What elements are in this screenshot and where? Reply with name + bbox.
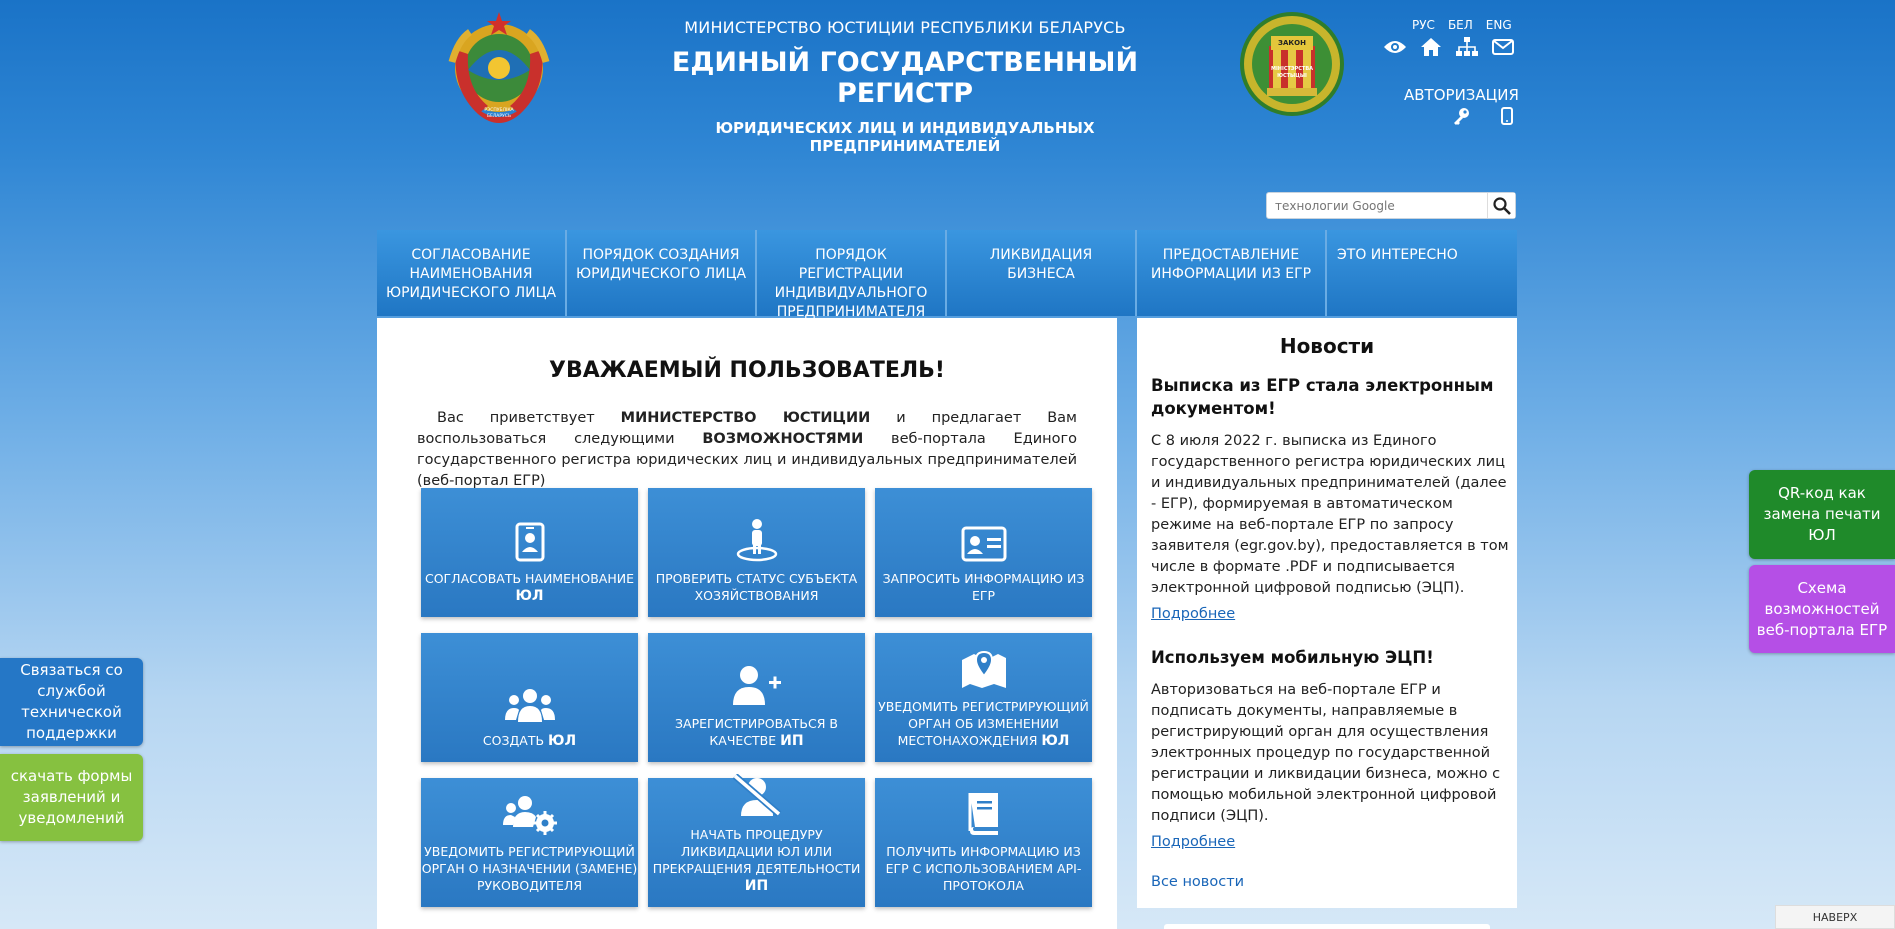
authorization-link[interactable]: АВТОРИЗАЦИЯ <box>1404 86 1519 104</box>
site-title: ЕДИНЫЙ ГОСУДАРСТВЕННЫЙ РЕГИСТР <box>671 47 1139 109</box>
main-navigation: СОГЛАСОВАНИЕ НАИМЕНОВАНИЯ ЮРИДИЧЕСКОГО Л… <box>377 230 1517 320</box>
user-slash-icon <box>731 774 783 818</box>
service-tiles: СОГЛАСОВАТЬ НАИМЕНОВАНИЕ ЮЛ ПРОВЕРИТЬ СТ… <box>421 488 1093 907</box>
site-search <box>1266 192 1516 219</box>
tile-notify-manager-change[interactable]: УВЕДОМИТЬ РЕГИСТРИРУЮЩИЙ ОРГАН О НАЗНАЧЕ… <box>421 778 638 907</box>
map-marker-icon <box>960 642 1008 690</box>
person-location-icon <box>735 514 779 562</box>
nav-interesting[interactable]: ЭТО ИНТЕРЕСНО <box>1327 230 1517 316</box>
ministry-emblem: ЗАКОН МІНІСТЭРСТВА ЮСТЫЦЫІ <box>1237 6 1347 124</box>
site-subtitle: ЮРИДИЧЕСКИХ ЛИЦ И ИНДИВИДУАЛЬНЫХ ПРЕДПРИ… <box>715 119 1095 155</box>
greeting-heading: УВАЖАЕМЫЙ ПОЛЬЗОВАТЕЛЬ! <box>549 358 945 383</box>
search-icon <box>1492 196 1511 215</box>
news-body: С 8 июля 2022 г. выписка из Единого госу… <box>1151 433 1509 596</box>
auth-icons <box>1452 106 1516 126</box>
news-more-link[interactable]: Подробнее <box>1151 606 1235 622</box>
language-switcher: РУС БЕЛ ENG <box>1412 18 1512 32</box>
book-icon <box>966 787 1002 835</box>
ministry-name: МИНИСТЕРСТВО ЮСТИЦИИ РЕСПУБЛИКИ БЕЛАРУСЬ <box>684 18 1126 37</box>
back-to-top-button[interactable]: НАВЕРХ <box>1775 905 1895 929</box>
portal-scheme-button[interactable]: Схема возможностей веб-портала ЕГР <box>1749 565 1895 653</box>
download-forms-button[interactable]: скачать формы заявлений и уведомлений <box>0 754 143 841</box>
tile-request-info[interactable]: ЗАПРОСИТЬ ИНФОРМАЦИЮ ИЗ ЕГР <box>875 488 1092 617</box>
nav-egr-information[interactable]: ПРЕДОСТАВЛЕНИЕ ИНФОРМАЦИИ ИЗ ЕГР <box>1137 230 1327 316</box>
lang-be[interactable]: БЕЛ <box>1448 18 1473 32</box>
next-panel-edge <box>1164 924 1490 929</box>
mobile-icon[interactable] <box>1498 106 1516 126</box>
key-icon[interactable] <box>1452 106 1470 126</box>
tile-register-entrepreneur[interactable]: ЗАРЕГИСТРИРОВАТЬСЯ В КАЧЕСТВЕ ИП <box>648 633 865 762</box>
mail-icon[interactable] <box>1491 36 1515 58</box>
nav-business-liquidation[interactable]: ЛИКВИДАЦИЯ БИЗНЕСА <box>947 230 1137 316</box>
lang-en[interactable]: ENG <box>1486 18 1512 32</box>
news-body: Авторизоваться на веб-портале ЕГР и подп… <box>1151 682 1501 824</box>
right-emblem-top-text: ЗАКОН <box>1278 39 1306 47</box>
search-button[interactable] <box>1487 193 1515 218</box>
sitemap-icon[interactable] <box>1455 36 1479 58</box>
nav-name-approval[interactable]: СОГЛАСОВАНИЕ НАИМЕНОВАНИЯ ЮРИДИЧЕСКОГО Л… <box>377 230 567 316</box>
tile-start-liquidation[interactable]: НАЧАТЬ ПРОЦЕДУРУ ЛИКВИДАЦИИ ЮЛ ИЛИ ПРЕКР… <box>648 774 865 907</box>
qr-code-button[interactable]: QR-код как замена печати ЮЛ <box>1749 470 1895 559</box>
intro-text: Вас приветствует МИНИСТЕРСТВО ЮСТИЦИИ и … <box>417 410 1078 489</box>
tile-approve-name[interactable]: СОГЛАСОВАТЬ НАИМЕНОВАНИЕ ЮЛ <box>421 488 638 617</box>
news-headline: Используем мобильную ЭЦП! <box>1151 648 1434 667</box>
news-more-link[interactable]: Подробнее <box>1151 834 1235 850</box>
search-input[interactable] <box>1267 193 1487 218</box>
support-contact-button[interactable]: Связаться со службой технической поддерж… <box>0 658 143 746</box>
all-news-link[interactable]: Все новости <box>1151 874 1244 890</box>
news-panel: Новости Выписка из ЕГР стала электронным… <box>1137 318 1517 908</box>
toolbar-icons <box>1383 36 1515 58</box>
eye-icon[interactable] <box>1383 36 1407 58</box>
header-titles: МИНИСТЕРСТВО ЮСТИЦИИ РЕСПУБЛИКИ БЕЛАРУСЬ… <box>620 18 1190 155</box>
news-headline: Выписка из ЕГР стала электронным докумен… <box>1151 376 1494 418</box>
left-emblem-text: РЭСПУБЛІКА БЕЛАРУСЬ <box>484 108 514 119</box>
id-card-icon <box>961 514 1007 562</box>
user-plus-icon <box>731 659 783 707</box>
users-cog-icon <box>502 787 557 835</box>
lang-ru[interactable]: РУС <box>1412 18 1435 32</box>
tile-check-status[interactable]: ПРОВЕРИТЬ СТАТУС СУБЪЕКТА ХОЗЯЙСТВОВАНИЯ <box>648 488 865 617</box>
welcome-panel: УВАЖАЕМЫЙ ПОЛЬЗОВАТЕЛЬ! Вас приветствует… <box>377 318 1117 929</box>
tile-api-info[interactable]: ПОЛУЧИТЬ ИНФОРМАЦИЮ ИЗ ЕГР С ИСПОЛЬЗОВАН… <box>875 778 1092 907</box>
news-title: Новости <box>1279 334 1375 358</box>
tile-create-entity[interactable]: СОЗДАТЬ ЮЛ <box>421 633 638 762</box>
right-emblem-text: МІНІСТЭРСТВА ЮСТЫЦЫІ <box>1270 66 1314 79</box>
nav-entrepreneur-registration[interactable]: ПОРЯДОК РЕГИСТРАЦИИ ИНДИВИДУАЛЬНОГО ПРЕД… <box>757 230 947 320</box>
users-icon <box>504 676 556 724</box>
id-badge-icon <box>515 514 545 562</box>
home-icon[interactable] <box>1419 36 1443 58</box>
tile-notify-address-change[interactable]: УВЕДОМИТЬ РЕГИСТРИРУЮЩИЙ ОРГАН ОБ ИЗМЕНЕ… <box>875 633 1092 762</box>
nav-legal-entity-creation[interactable]: ПОРЯДОК СОЗДАНИЯ ЮРИДИЧЕСКОГО ЛИЦА <box>567 230 757 316</box>
belarus-coat-of-arms-emblem: РЭСПУБЛІКА БЕЛАРУСЬ <box>438 10 560 132</box>
